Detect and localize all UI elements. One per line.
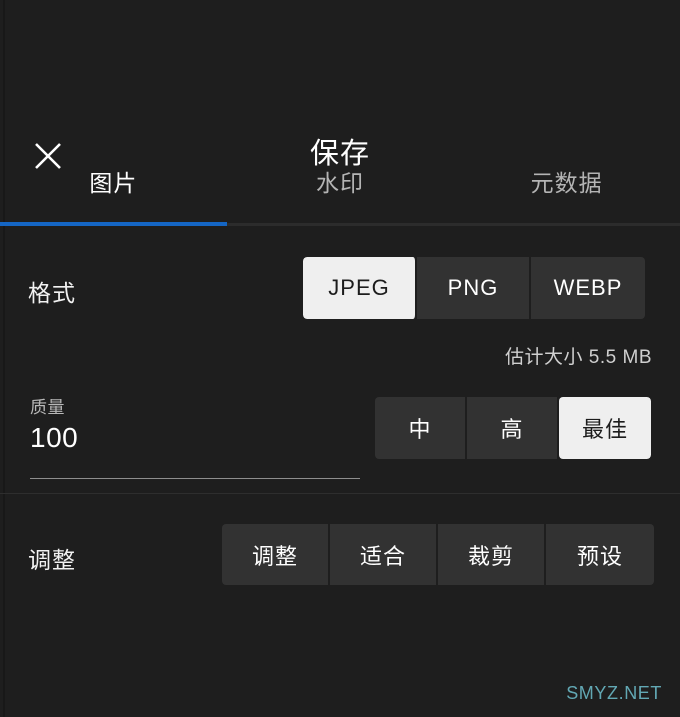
adjust-option-resize[interactable]: 调整 (222, 524, 330, 585)
adjust-label: 调整 (28, 547, 76, 573)
quality-option-best[interactable]: 最佳 (559, 397, 651, 459)
tab-active-indicator (0, 222, 227, 226)
format-segmented-control: JPEG PNG WEBP (303, 257, 645, 319)
adjust-option-preset[interactable]: 预设 (546, 524, 654, 585)
tab-metadata[interactable]: 元数据 (453, 148, 680, 226)
quality-input-underline (30, 478, 360, 479)
tab-watermark[interactable]: 水印 (227, 148, 454, 226)
quality-input[interactable]: 质量 100 (30, 397, 360, 457)
quality-label: 质量 (30, 398, 65, 417)
format-label: 格式 (28, 280, 76, 306)
quality-option-high[interactable]: 高 (467, 397, 559, 459)
site-watermark: SMYZ.NET (566, 683, 662, 703)
adjust-segmented-control: 调整 适合 裁剪 预设 (222, 524, 654, 585)
quality-segmented-control: 中 高 最佳 (375, 397, 651, 459)
estimated-size-text: 估计大小 5.5 MB (505, 347, 652, 368)
format-option-png[interactable]: PNG (417, 257, 531, 319)
format-option-webp[interactable]: WEBP (531, 257, 645, 319)
adjust-option-crop[interactable]: 裁剪 (438, 524, 546, 585)
section-divider (0, 493, 680, 494)
tab-bar: 图片 水印 元数据 (0, 148, 680, 226)
tab-image[interactable]: 图片 (0, 148, 227, 226)
save-dialog: 保存 图片 水印 元数据 格式 JPEG PNG WEBP 估计大小 5.5 M… (0, 0, 680, 717)
dialog-header: 保存 (0, 56, 680, 170)
adjust-option-fit[interactable]: 适合 (330, 524, 438, 585)
quality-value: 100 (30, 422, 79, 453)
format-option-jpeg[interactable]: JPEG (303, 257, 417, 319)
quality-option-medium[interactable]: 中 (375, 397, 467, 459)
